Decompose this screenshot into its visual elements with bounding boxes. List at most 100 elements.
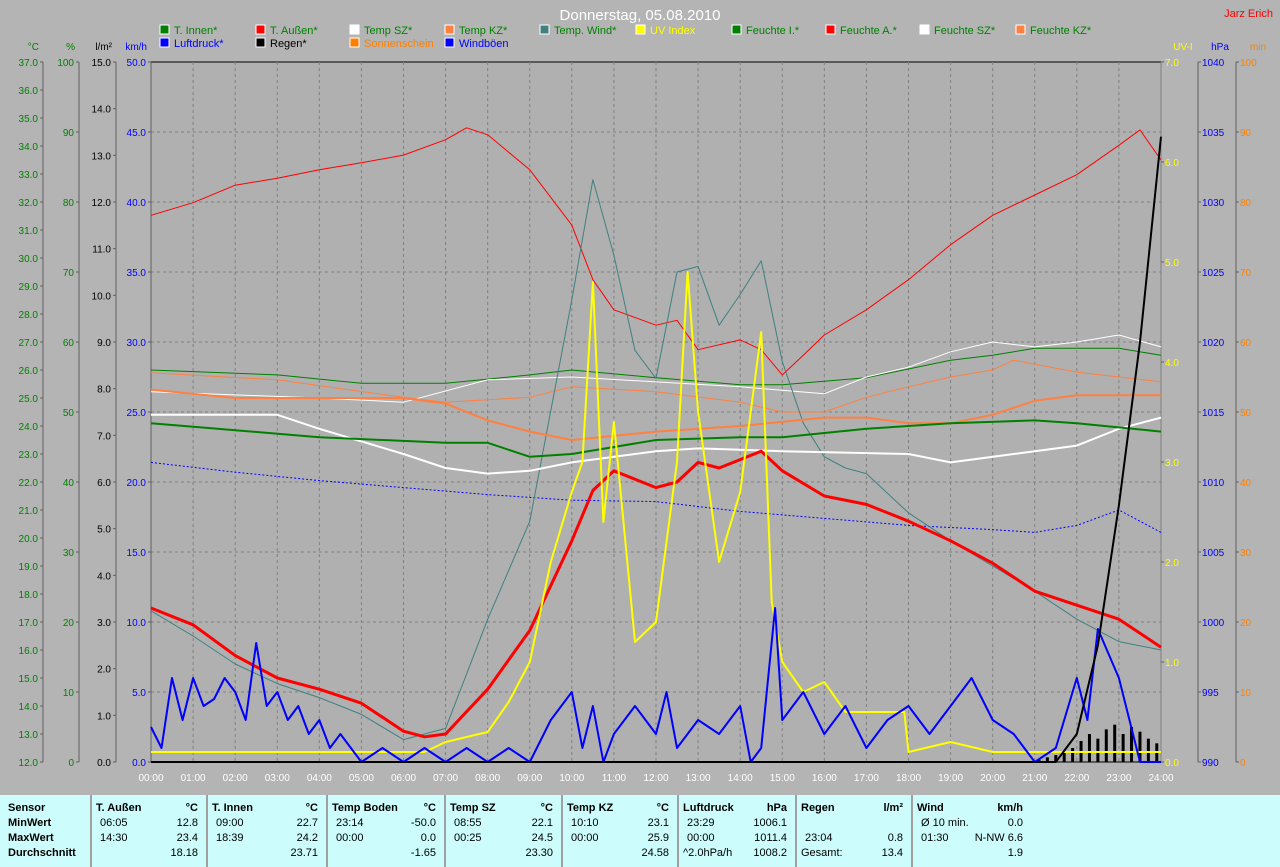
axis-tick-label-rain: 6.0 <box>97 478 111 489</box>
table-cell-unit: hPa <box>766 802 787 814</box>
legend-label: Feuchte I.* <box>746 25 800 37</box>
axis-tick-label-hpa: 1000 <box>1202 618 1225 629</box>
axis-tick-label-rain: 4.0 <box>97 571 111 582</box>
axis-tick-label-rain: 14.0 <box>92 105 112 116</box>
x-tick-label: 18:00 <box>896 773 921 784</box>
legend-swatch <box>731 24 742 35</box>
table-cell-max: N-NW 6.6 <box>974 832 1023 844</box>
legend-label: Sonnenschein <box>364 38 434 50</box>
row-label-avg: Durchschnitt <box>8 847 76 859</box>
table-cell-avg: 13.4 <box>881 847 903 859</box>
legend-item: Windböen <box>444 37 509 50</box>
table-cell-min-time: 10:10 <box>571 817 599 829</box>
table-cell-unit: l/m² <box>883 802 903 814</box>
axis-tick-label-rain: 8.0 <box>97 385 111 396</box>
axis-tick-label-c: 13.0 <box>19 730 39 741</box>
rain-bar <box>1104 729 1108 762</box>
legend-swatch <box>159 37 170 48</box>
table-cell-min: 22.1 <box>531 817 553 829</box>
axis-unit-pct: % <box>66 42 75 53</box>
weather-chart: Donnerstag, 05.08.2010 Jarz Erich 00:00 0… <box>19 7 1273 784</box>
table-cell-name: Wind <box>917 802 944 814</box>
legend-swatch <box>825 24 836 35</box>
axis-tick-label-c: 26.0 <box>19 366 39 377</box>
axis-tick-label-hpa: 1005 <box>1202 548 1225 559</box>
axis-tick-label-pct: 30 <box>63 548 75 559</box>
row-label-min: MinWert <box>8 817 52 829</box>
axis-tick-label-pct: 90 <box>63 128 75 139</box>
x-tick-label: 04:00 <box>307 773 332 784</box>
rain-bar <box>1071 748 1075 762</box>
x-tick-label: 05:00 <box>349 773 374 784</box>
grid <box>150 61 1162 763</box>
legend-label: Luftdruck* <box>174 38 224 50</box>
axis-tick-label-rain: 11.0 <box>92 245 111 256</box>
rain-bar <box>1146 738 1150 762</box>
table-cell-min: 22.7 <box>296 817 318 829</box>
axis-tick-label-hpa: 1010 <box>1202 478 1225 489</box>
axis-tick-label-min: 100 <box>1240 58 1257 69</box>
table-cell-max-time: 14:30 <box>100 832 128 844</box>
axis-tick-label-kmh: 45.0 <box>127 128 147 139</box>
axis-unit-rain: l/m² <box>95 42 112 53</box>
x-tick-label: 07:00 <box>433 773 458 784</box>
table-column-2: Temp Boden °C 23:14 -50.0 00:00 0.0 -1.65 <box>326 795 444 867</box>
axis-tick-label-c: 27.0 <box>19 338 39 349</box>
axis-tick-label-kmh: 20.0 <box>127 478 147 489</box>
axis-tick-label-c: 28.0 <box>19 310 39 321</box>
legend-item: Feuchte KZ* <box>1015 24 1092 37</box>
axis-tick-label-hpa: 1020 <box>1202 338 1225 349</box>
axis-unit-min: min <box>1250 42 1266 53</box>
axis-tick-label-min: 40 <box>1240 478 1252 489</box>
axis-tick-label-c: 21.0 <box>19 506 39 517</box>
table-cell-max: 0.8 <box>887 832 903 844</box>
axis-tick-label-pct: 40 <box>63 478 75 489</box>
axis-tick-label-uv: 7.0 <box>1165 58 1179 69</box>
legend-item: Luftdruck* <box>159 37 224 50</box>
axis-tick-label-rain: 15.0 <box>92 58 112 69</box>
table-cell-min: 23.1 <box>647 817 669 829</box>
axis-tick-label-pct: 50 <box>63 408 75 419</box>
axis-tick-label-rain: 13.0 <box>92 151 112 162</box>
legend-swatch <box>635 24 646 35</box>
author-label: Jarz Erich <box>1224 8 1273 20</box>
axis-tick-label-rain: 9.0 <box>97 338 111 349</box>
table-cell-max-time: 00:00 <box>336 832 364 844</box>
table-cell-min: 1006.1 <box>753 817 787 829</box>
axis-tick-label-uv: 3.0 <box>1165 458 1179 469</box>
legend-swatch <box>159 24 170 35</box>
legend-swatch <box>349 37 360 48</box>
x-tick-label: 17:00 <box>854 773 879 784</box>
x-tick-label: 23:00 <box>1106 773 1131 784</box>
table-cell-min-time: Ø 10 min. <box>921 817 969 829</box>
table-cell-avg: 1008.2 <box>753 847 787 859</box>
table-cell-min-time: 08:55 <box>454 817 482 829</box>
axis-tick-label-rain: 7.0 <box>97 431 111 442</box>
axis-tick-label-min: 80 <box>1240 198 1252 209</box>
axis-tick-label-uv: 1.0 <box>1165 658 1179 669</box>
row-label-max: MaxWert <box>8 832 54 844</box>
table-cell-name: Temp KZ <box>567 802 614 814</box>
axis-tick-label-uv: 2.0 <box>1165 558 1179 569</box>
table-cell-max-time: 01:30 <box>921 832 949 844</box>
axis-tick-label-uv: 6.0 <box>1165 158 1179 169</box>
table-cell-name: Luftdruck <box>683 802 734 814</box>
x-tick-label: 22:00 <box>1064 773 1089 784</box>
table-cell-unit: °C <box>423 802 436 814</box>
axis-tick-label-pct: 80 <box>63 198 75 209</box>
legend-swatch <box>1015 24 1026 35</box>
axis-tick-label-min: 0 <box>1240 758 1246 769</box>
rain-bar <box>1096 738 1100 762</box>
axis-tick-label-pct: 60 <box>63 338 75 349</box>
legend-swatch <box>919 24 930 35</box>
x-tick-label: 14:00 <box>728 773 753 784</box>
axis-tick-label-rain: 1.0 <box>97 711 111 722</box>
table-column-6: Regen l/m² 23:04 0.8 Gesamt: 13.4 <box>795 795 911 867</box>
table-cell-name: T. Außen <box>96 802 142 814</box>
table-cell-avg: 18.18 <box>170 847 198 859</box>
axis-unit-c: °C <box>28 42 39 53</box>
table-cell-min-time: 23:14 <box>336 817 364 829</box>
legend-label: Regen* <box>270 38 307 50</box>
x-tick-label: 13:00 <box>686 773 711 784</box>
legend-item: Regen* <box>255 37 307 50</box>
